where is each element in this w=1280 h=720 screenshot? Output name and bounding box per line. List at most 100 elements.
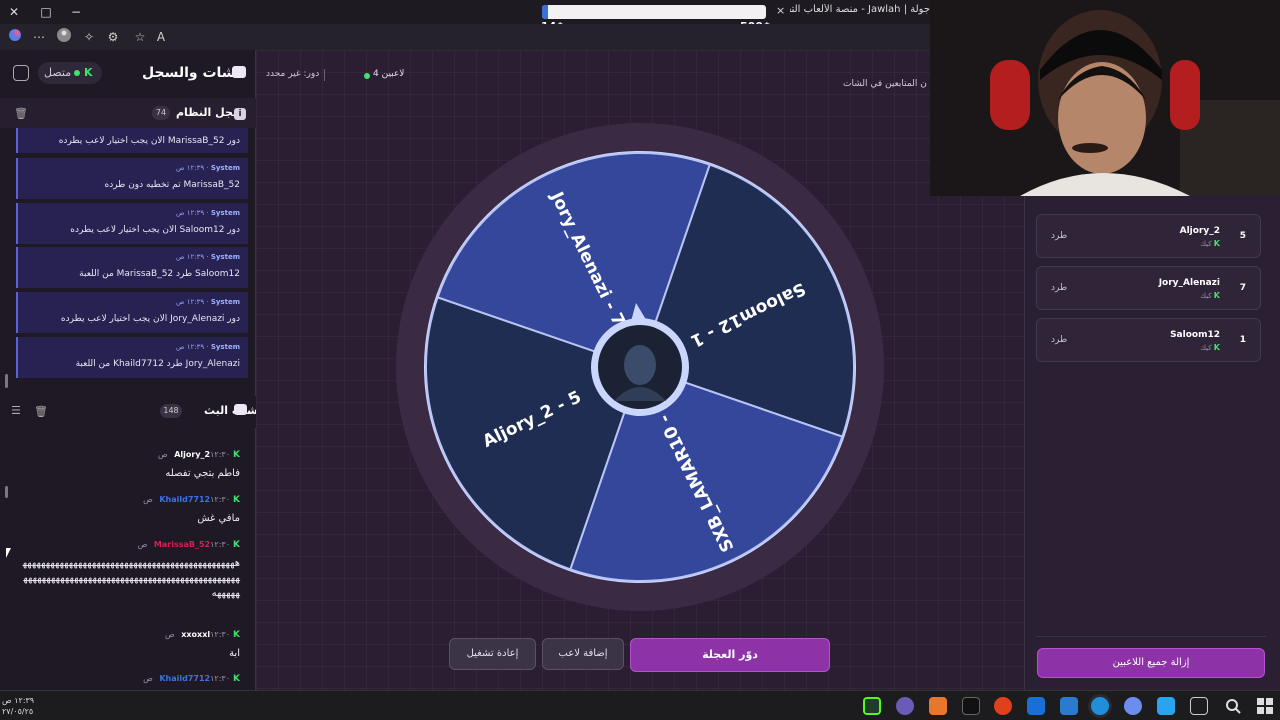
task-view-icon[interactable] xyxy=(1190,697,1208,715)
chrome-icon[interactable] xyxy=(994,697,1012,715)
list-item: System · ١٢:٣٩ ص دور Jory_Alenazi الان ي… xyxy=(16,292,248,333)
player-card: 7 Jory_Alenazi كيك K طرد xyxy=(1036,266,1261,310)
spin-wheel-button[interactable]: دوّر العجلة xyxy=(630,638,830,672)
chat-icon xyxy=(234,404,247,415)
log-text: دور Saloom12 الان يجب اختيار لاعب يطرده xyxy=(70,225,240,235)
divider xyxy=(1036,636,1266,637)
explorer-icon[interactable] xyxy=(1157,697,1175,715)
kick-logo-icon: K xyxy=(84,66,93,79)
donation-progress-fill xyxy=(542,5,548,19)
kick-logo-icon: K xyxy=(233,630,240,640)
kick-logo-icon: K xyxy=(233,495,240,505)
media-icon[interactable] xyxy=(962,697,980,715)
kick-player-button[interactable]: طرد xyxy=(1051,231,1067,241)
taskbar-clock[interactable]: ١٢:٣٩ ص ٢٧/٠٥/٢٥ xyxy=(2,695,34,717)
clear-log-trash-icon[interactable]: 🗑 xyxy=(14,107,28,120)
windows-taskbar xyxy=(0,690,1280,720)
tab-close-icon[interactable]: × xyxy=(776,4,785,17)
player-platform: كيك K xyxy=(1200,239,1220,248)
tab-title[interactable]: جولة | Jawlah - منصة الألعاب التفا xyxy=(790,4,930,20)
edge-icon[interactable] xyxy=(1091,697,1109,715)
kick-logo-icon: K xyxy=(233,540,240,550)
extensions-icon[interactable]: ✧ xyxy=(80,28,98,46)
list-item: System · ١٢:٣٩ ص Jory_Alenazi طرد Khaild… xyxy=(16,337,248,378)
chat-username[interactable]: xxoxxl xyxy=(181,630,210,639)
copilot-taskbar-icon[interactable] xyxy=(1124,697,1142,715)
log-meta: System · ١٢:٣٩ ص xyxy=(176,253,240,261)
more-icon[interactable]: ⋯ xyxy=(30,28,48,46)
panel-title: الشات والسجل xyxy=(142,65,247,81)
chat-icon xyxy=(232,66,246,78)
mouse-cursor-icon xyxy=(6,548,11,558)
copilot-icon[interactable] xyxy=(6,28,24,46)
list-item: دور MarissaB_52 الان يجب اختيار لاعب يطر… xyxy=(16,128,248,153)
connection-status-badge: متصل K xyxy=(38,62,102,84)
start-icon[interactable] xyxy=(1256,697,1274,715)
list-item: Kxxoxxl١٢:٣٠ ص ابة xyxy=(20,630,240,661)
kick-logo-icon: K xyxy=(233,674,240,684)
players-count-label: 4 لاعبين xyxy=(373,69,405,79)
player-number: 5 xyxy=(1239,231,1246,241)
scrollbar-thumb[interactable] xyxy=(5,486,8,498)
window-close-button[interactable]: ✕ xyxy=(4,3,24,21)
collapse-panel-icon[interactable] xyxy=(13,65,29,81)
wheel-svg[interactable]: Saloom12 - 1SXB_LAMAR10 - 3Aljory_2 - 5J… xyxy=(395,122,885,612)
spin-wheel[interactable]: Saloom12 - 1 SXB_LAMAR10 - 3 Aljory_2 - 5J… xyxy=(395,122,885,612)
stream-chat-title: شات البث xyxy=(204,404,258,417)
log-meta: System · ١٢:٣٩ ص xyxy=(176,164,240,172)
favorites-icon[interactable]: ☆ xyxy=(131,28,149,46)
outlook-icon[interactable] xyxy=(1027,697,1045,715)
kick-logo-icon: K xyxy=(1213,239,1220,248)
log-meta: System · ١٢:٣٩ ص xyxy=(176,298,240,306)
chat-meta: KKhaild7712١٢:٣٠ ص xyxy=(143,495,240,505)
log-text: دور Jory_Alenazi الان يجب اختيار لاعب يط… xyxy=(60,314,240,324)
clear-chat-trash-icon[interactable]: 🗑 xyxy=(34,405,48,418)
chat-meta: KAljory_2١٢:٣٠ ص xyxy=(158,450,240,460)
player-platform: كيك K xyxy=(1200,343,1220,352)
chat-text: فاطم بتجي تفصله xyxy=(165,468,240,479)
window-minimize-button[interactable]: − xyxy=(66,3,86,21)
chat-username[interactable]: MarissaB_52 xyxy=(154,540,210,549)
log-meta: System · ١٢:٣٩ ص xyxy=(176,209,240,217)
list-item: KKhaild7712١٢:٣٠ ص مافي غش xyxy=(20,495,240,526)
log-text: Jory_Alenazi طرد Khaild7712 من اللعبة xyxy=(75,359,240,369)
chat-username[interactable]: Aljory_2 xyxy=(174,450,210,459)
window-restore-button[interactable]: □ xyxy=(36,3,56,21)
player-name: Saloom12 xyxy=(1170,330,1220,340)
add-player-button[interactable]: إضافة لاعب xyxy=(542,638,624,670)
restart-button[interactable]: إعادة تشغيل xyxy=(449,638,536,670)
app-icon[interactable] xyxy=(929,697,947,715)
chat-username[interactable]: Khaild7712 xyxy=(159,495,210,504)
list-item: KKhaild7712١٢:٣٠ ص xyxy=(20,674,240,684)
chat-username[interactable]: Khaild7712 xyxy=(159,674,210,683)
profile-icon[interactable] xyxy=(55,28,73,46)
chat-meta: KMarissaB_52١٢:٣٠ ص xyxy=(137,540,240,550)
kick-logo-icon: K xyxy=(1213,343,1220,352)
player-number: 1 xyxy=(1239,335,1246,345)
obs-icon[interactable] xyxy=(896,697,914,715)
system-log-list[interactable]: دور MarissaB_52 الان يجب اختيار لاعب يطر… xyxy=(16,128,248,380)
stream-chat-count: 148 xyxy=(160,404,182,418)
avatar-face xyxy=(624,345,656,385)
read-aloud-icon[interactable]: A xyxy=(152,28,170,46)
kick-app-icon[interactable] xyxy=(863,697,881,715)
status-text: متصل xyxy=(44,66,72,79)
kick-player-button[interactable]: طرد xyxy=(1051,283,1067,293)
online-dot-icon xyxy=(364,73,370,79)
remove-all-players-button[interactable]: إزالة جميع اللاعبين xyxy=(1037,648,1265,678)
stream-chat-list[interactable]: KAljory_2١٢:٣٠ ص فاطم بتجي تفصله K Khaild… xyxy=(10,428,250,690)
list-item: System · ١٢:٣٩ ص Saloom12 طرد MarissaB_5… xyxy=(16,247,248,288)
player-number: 7 xyxy=(1239,283,1246,293)
search-icon[interactable] xyxy=(1224,697,1242,715)
performance-icon[interactable]: ⚙ xyxy=(104,28,122,46)
log-text: Saloom12 طرد MarissaB_52 من اللعبة xyxy=(79,269,240,279)
kick-player-button[interactable]: طرد xyxy=(1051,335,1067,345)
chat-meta: KKhaild7712١٢:٣٠ ص xyxy=(143,674,240,684)
player-name: Aljory_2 xyxy=(1179,226,1220,236)
scrollbar-thumb[interactable] xyxy=(5,374,8,388)
store-icon[interactable] xyxy=(1060,697,1078,715)
donation-progress-bar xyxy=(542,5,766,19)
filter-icon[interactable]: ☰ xyxy=(11,404,21,417)
player-platform: كيك K xyxy=(1200,291,1220,300)
online-dot-icon xyxy=(74,70,80,76)
